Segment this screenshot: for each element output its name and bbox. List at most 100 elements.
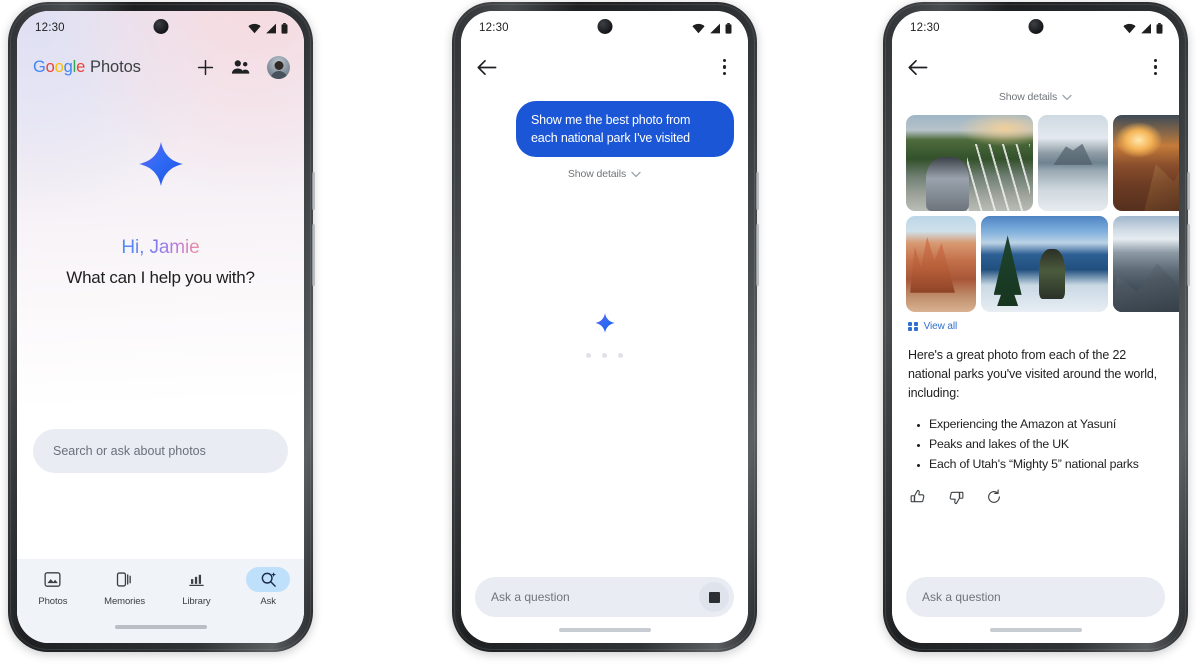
hero-spacer: [17, 473, 304, 559]
phone-1-screen: 12:30 Google Photos Hi, Jamie What can I…: [17, 11, 304, 643]
stop-generating-icon[interactable]: [699, 582, 729, 612]
avatar[interactable]: [267, 55, 290, 79]
grid-view-icon: [908, 321, 918, 332]
add-plus-icon[interactable]: [197, 59, 214, 76]
battery-icon: [1156, 22, 1163, 34]
battery-icon: [281, 22, 288, 34]
gesture-bar[interactable]: [17, 625, 304, 643]
photo-thumbnail[interactable]: [1113, 216, 1179, 312]
front-camera-punch-hole: [597, 19, 612, 34]
wifi-icon: [248, 23, 261, 33]
library-pill: [174, 567, 218, 592]
sidebar-item-library[interactable]: Library: [164, 567, 228, 607]
show-details-label: Show details: [998, 91, 1058, 103]
list-item: Peaks and lakes of the UK: [914, 435, 1161, 455]
power-button[interactable]: [1187, 172, 1190, 210]
volume-button[interactable]: [312, 224, 315, 286]
user-message-bubble: Show me the best photo from each nationa…: [516, 101, 734, 158]
ask-pill-active: [246, 567, 291, 592]
chevron-down-icon: [1062, 94, 1072, 100]
status-bar: 12:30: [892, 11, 1179, 45]
photo-row: [906, 115, 1179, 211]
photo-thumbnail[interactable]: [906, 115, 1033, 211]
sidebar-item-photos[interactable]: Photos: [21, 567, 85, 607]
assistant-answer: Here's a great photo from each of the 22…: [892, 332, 1179, 475]
status-clock: 12:30: [35, 22, 65, 34]
photo-thumbnail[interactable]: [1038, 115, 1108, 211]
front-camera-punch-hole: [1028, 19, 1043, 34]
view-all-label: View all: [923, 321, 958, 332]
power-button[interactable]: [756, 172, 759, 210]
chevron-down-icon: [631, 171, 641, 177]
volume-button[interactable]: [1187, 224, 1190, 286]
search-input[interactable]: Search or ask about photos: [33, 429, 288, 473]
search-placeholder: Search or ask about photos: [53, 444, 206, 458]
photo-thumbnail[interactable]: [906, 216, 976, 312]
gemini-sparkle-icon: [594, 313, 615, 333]
list-item: Experiencing the Amazon at Yasuní: [914, 415, 1161, 435]
back-arrow-icon[interactable]: [908, 59, 928, 76]
photos-icon: [44, 572, 61, 587]
view-all-link[interactable]: View all: [908, 321, 1179, 332]
photo-art-forest-selfie: [906, 115, 1033, 211]
cellular-signal-icon: [1141, 23, 1151, 33]
phone-3-results: 12:30 Show details View all Here's a gre…: [883, 2, 1190, 652]
overflow-menu-icon[interactable]: [1150, 55, 1161, 79]
status-bar: 12:30: [17, 11, 304, 45]
logo-letter-g2: g: [63, 57, 73, 76]
photo-results-grid: [892, 115, 1179, 312]
gemini-sparkle-icon: [138, 142, 183, 186]
photo-art-glacier-ridge: [1113, 216, 1179, 312]
google-photos-logo: Google: [33, 58, 85, 77]
ask-input[interactable]: Ask a question: [475, 577, 734, 617]
phone-2-screen: 12:30 Show me the best photo from each n…: [461, 11, 748, 643]
status-system-icons: [692, 22, 732, 34]
conversation-app-bar: [892, 45, 1179, 89]
sidebar-item-memories[interactable]: Memories: [93, 567, 157, 607]
photo-thumbnail[interactable]: [1113, 115, 1179, 211]
photo-thumbnail[interactable]: [981, 216, 1108, 312]
sidebar-item-ask[interactable]: Ask: [236, 567, 300, 607]
ask-hero: Hi, Jamie What can I help you with?: [17, 89, 304, 429]
answer-paragraph: Here's a great photo from each of the 22…: [908, 348, 1157, 400]
regenerate-button[interactable]: [986, 489, 1002, 505]
logo-letter-e: e: [76, 57, 86, 76]
gesture-bar[interactable]: [461, 617, 748, 643]
power-button[interactable]: [312, 172, 315, 210]
overflow-menu-icon[interactable]: [719, 55, 730, 79]
thumb-down-button[interactable]: [948, 489, 964, 505]
thumb-down-icon: [949, 491, 964, 504]
answer-bullet-list: Experiencing the Amazon at Yasuní Peaks …: [908, 415, 1161, 475]
wifi-icon: [1123, 23, 1136, 33]
wifi-icon: [692, 23, 705, 33]
sidebar-item-library-label: Library: [182, 596, 211, 607]
list-item: Each of Utah's “Mighty 5” national parks: [914, 455, 1161, 475]
ask-placeholder: Ask a question: [491, 590, 570, 604]
status-clock: 12:30: [479, 22, 509, 34]
photos-pill: [31, 567, 75, 592]
gesture-bar[interactable]: [892, 617, 1179, 643]
thumb-up-button[interactable]: [910, 489, 926, 505]
people-icon[interactable]: [231, 59, 250, 75]
status-bar: 12:30: [461, 11, 748, 45]
memories-pill: [103, 567, 147, 592]
response-loading-indicator: [461, 180, 748, 577]
photo-art-sunset-cliffs: [1113, 115, 1179, 211]
back-arrow-icon[interactable]: [477, 59, 497, 76]
ask-placeholder: Ask a question: [922, 590, 1001, 604]
status-clock: 12:30: [910, 22, 940, 34]
logo-letter-g1: G: [33, 57, 46, 76]
ask-input[interactable]: Ask a question: [906, 577, 1165, 617]
photo-row: [906, 216, 1179, 312]
show-details-toggle[interactable]: Show details: [892, 91, 1179, 103]
status-system-icons: [248, 22, 288, 34]
help-prompt-text: What can I help you with?: [66, 268, 255, 287]
volume-button[interactable]: [756, 224, 759, 286]
status-system-icons: [1123, 22, 1163, 34]
photo-art-lake-reflection: [1038, 115, 1108, 211]
app-name-photos: Photos: [90, 57, 141, 76]
response-scroll-area[interactable]: View all Here's a great photo from each …: [892, 103, 1179, 577]
show-details-toggle[interactable]: Show details: [461, 168, 748, 180]
sidebar-item-photos-label: Photos: [38, 596, 68, 607]
phone-3-screen: 12:30 Show details View all Here's a gre…: [892, 11, 1179, 643]
